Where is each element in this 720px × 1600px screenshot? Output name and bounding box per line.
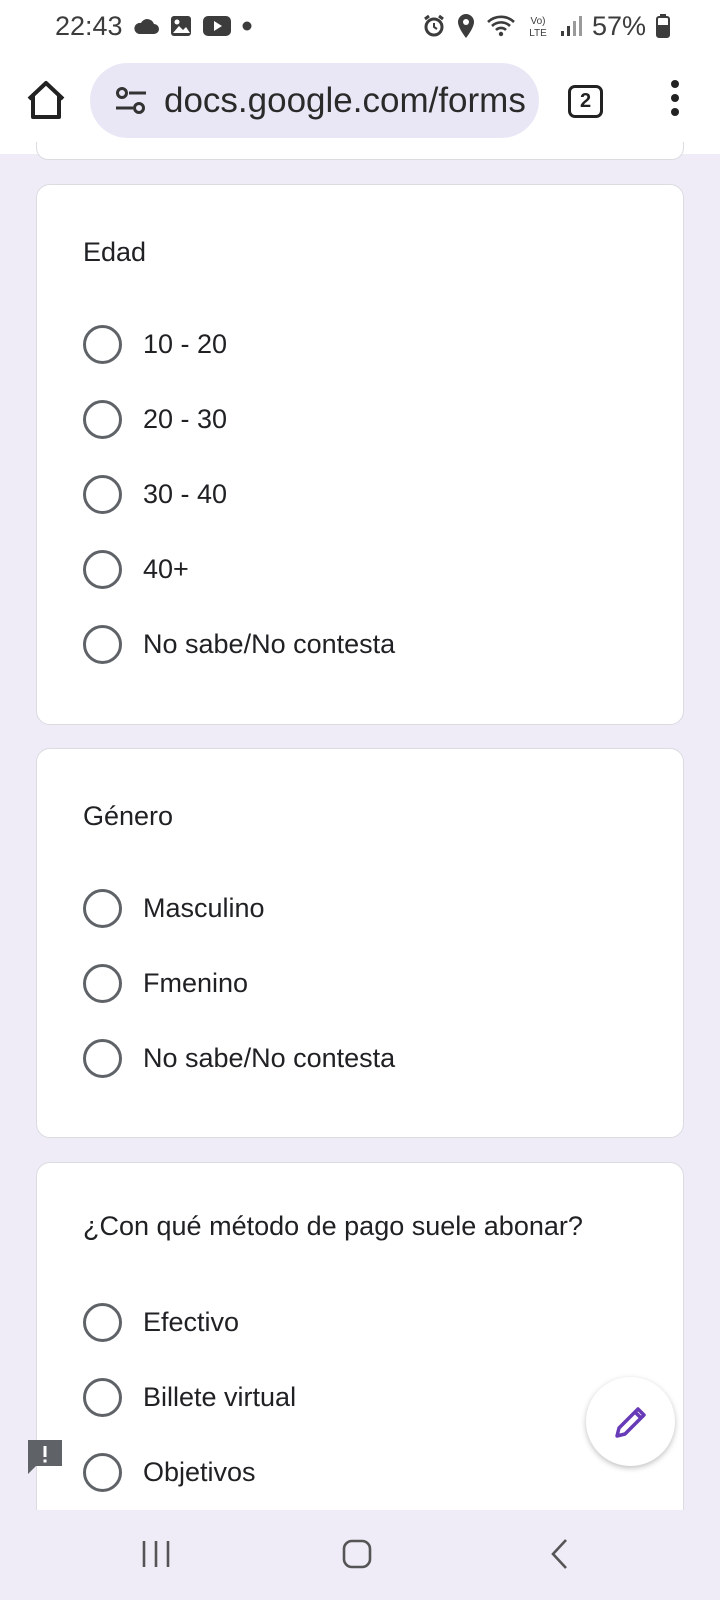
signal-icon xyxy=(560,15,582,37)
question-card-genero: Género Masculino Fmenino No sabe/No cont… xyxy=(36,748,684,1138)
question-card-edad: Edad 10 - 20 20 - 30 30 - 40 40+ No sabe… xyxy=(36,184,684,725)
feedback-icon xyxy=(28,1440,62,1474)
option-label: Masculino xyxy=(143,893,265,923)
menu-dot xyxy=(671,94,679,102)
menu-dot xyxy=(671,80,679,88)
system-nav-bar xyxy=(0,1510,720,1600)
radio-option[interactable]: 10 - 20 xyxy=(83,325,227,364)
previous-question-card xyxy=(36,142,684,160)
option-label: Objetivos xyxy=(143,1457,256,1487)
tab-count: 2 xyxy=(579,90,592,112)
radio-option[interactable]: 20 - 30 xyxy=(83,400,227,439)
radio-option[interactable]: 40+ xyxy=(83,550,189,589)
menu-dot xyxy=(671,108,679,116)
svg-text:LTE: LTE xyxy=(529,28,547,39)
option-label: 20 - 30 xyxy=(143,404,228,434)
battery-percent: 57% xyxy=(591,10,646,41)
location-icon xyxy=(456,13,476,39)
recents-button[interactable] xyxy=(140,1538,172,1575)
option-label: Efectivo xyxy=(143,1307,240,1337)
back-icon xyxy=(551,1539,567,1569)
pencil-icon xyxy=(614,1406,646,1438)
radio-option[interactable]: Efectivo xyxy=(83,1303,239,1342)
radio-option[interactable]: No sabe/No contesta xyxy=(83,1039,395,1078)
radio-button[interactable] xyxy=(83,475,122,514)
dot-icon xyxy=(241,20,253,32)
radio-option[interactable]: Billete virtual xyxy=(83,1378,296,1417)
url-bar[interactable]: docs.google.com/forms xyxy=(90,63,539,138)
radio-button[interactable] xyxy=(83,550,122,589)
radio-option[interactable]: No sabe/No contesta xyxy=(83,625,395,664)
volte-icon: Vo) LTE xyxy=(526,13,550,39)
radio-button[interactable] xyxy=(83,1378,122,1417)
recents-icon xyxy=(142,1541,170,1567)
cloud-icon xyxy=(133,17,159,35)
home-button[interactable] xyxy=(24,78,68,122)
edit-fab-button[interactable] xyxy=(586,1377,675,1466)
radio-button[interactable] xyxy=(83,964,122,1003)
browser-toolbar: docs.google.com/forms 2 xyxy=(0,52,720,154)
site-settings-icon[interactable] xyxy=(114,84,148,118)
phone-screen: 22:43 Vo) LTE 57% docs.google.com/forms … xyxy=(0,0,720,1600)
image-icon xyxy=(169,14,193,38)
feedback-button[interactable] xyxy=(26,1438,64,1476)
radio-button[interactable] xyxy=(83,325,122,364)
radio-button[interactable] xyxy=(83,400,122,439)
radio-button[interactable] xyxy=(83,1453,122,1492)
radio-option[interactable]: 30 - 40 xyxy=(83,475,227,514)
option-label: 10 - 20 xyxy=(143,329,228,359)
more-options-button[interactable] xyxy=(664,80,686,120)
svg-text:Vo): Vo) xyxy=(530,16,545,27)
status-right: Vo) LTE 57% xyxy=(422,11,670,42)
radio-button[interactable] xyxy=(83,1303,122,1342)
home-icon xyxy=(27,81,65,119)
status-time: 22:43 xyxy=(55,10,123,41)
option-label: Fmenino xyxy=(143,968,249,998)
battery-icon xyxy=(656,14,670,38)
status-bar: 22:43 Vo) LTE 57% xyxy=(0,0,720,52)
option-label: 30 - 40 xyxy=(143,479,228,509)
alarm-icon xyxy=(422,14,446,38)
radio-button[interactable] xyxy=(83,1039,122,1078)
back-button[interactable] xyxy=(548,1538,572,1575)
question-card-metodo-pago: ¿Con qué método de pago suele abonar? Ef… xyxy=(36,1162,684,1562)
question-title: ¿Con qué método de pago suele abonar? xyxy=(83,1211,583,1241)
radio-option[interactable]: Masculino xyxy=(83,889,265,928)
wifi-icon xyxy=(486,14,516,38)
option-label: No sabe/No contesta xyxy=(143,629,396,659)
radio-button[interactable] xyxy=(83,625,122,664)
home-nav-button[interactable] xyxy=(341,1538,373,1575)
tab-switcher-button[interactable]: 2 xyxy=(568,85,603,118)
option-label: No sabe/No contesta xyxy=(143,1043,396,1073)
question-title: Edad xyxy=(83,237,147,267)
url-text[interactable]: docs.google.com/forms xyxy=(164,81,534,121)
status-left: 22:43 xyxy=(55,11,253,42)
question-title: Género xyxy=(83,801,174,831)
radio-option[interactable]: Fmenino xyxy=(83,964,248,1003)
radio-button[interactable] xyxy=(83,889,122,928)
option-label: Billete virtual xyxy=(143,1382,297,1412)
option-label: 40+ xyxy=(143,554,189,584)
home-icon xyxy=(342,1539,372,1569)
youtube-icon xyxy=(202,15,231,37)
radio-option[interactable]: Objetivos xyxy=(83,1453,256,1492)
